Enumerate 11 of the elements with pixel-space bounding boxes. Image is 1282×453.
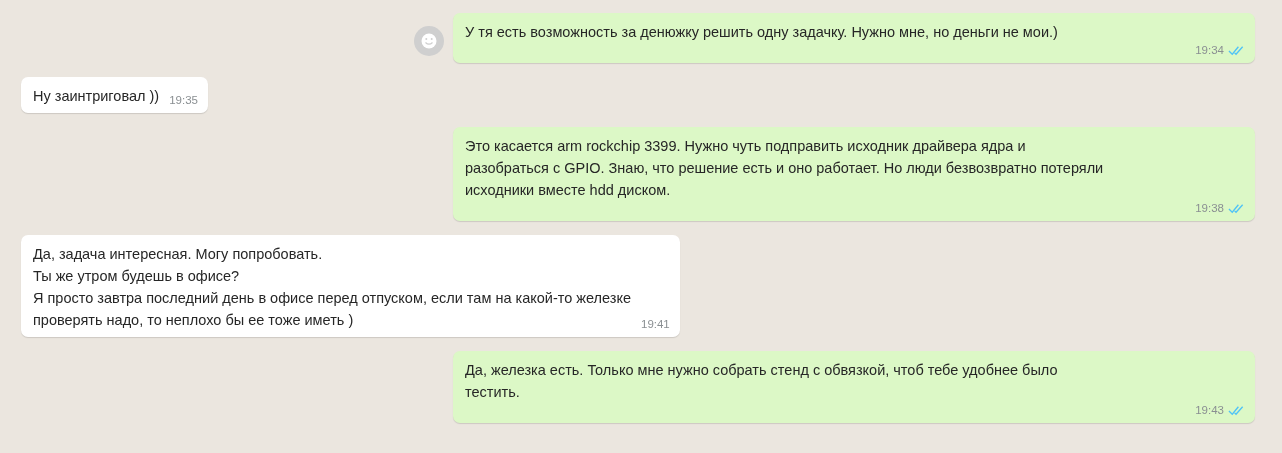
message-text: Да, задача интересная. Могу попробовать. Ты же утром будешь в офисе? Я просто завтра последний день в офисе перед отпуском, если там на какой-то железке проверять надо, то неплохо бы ее тоже иметь ) <box>33 245 631 330</box>
message-time: 19:34 <box>1195 43 1224 57</box>
message-text: Это касается arm rockchip 3399. Нужно чуть подправить исходник драйвера ядра и разобраться с GPIO. Знаю, что решение есть и оно работает. Но люди безвозвратно потеряли исходники вместе hdd диском. <box>465 137 1105 200</box>
message-time: 19:35 <box>169 93 198 107</box>
message-text: У тя есть возможность за денюжку решить одну задачку. Нужно мне, но деньги не мои.) <box>465 23 1059 42</box>
message-time: 19:41 <box>641 317 670 331</box>
message-time: 19:38 <box>1195 201 1224 215</box>
message-text: Да, железка есть. Только мне нужно собрать стенд с обвязкой, чтоб тебе удобнее было тестить. <box>465 361 1059 402</box>
avatar-icon[interactable] <box>414 26 444 56</box>
message-time: 19:43 <box>1195 403 1224 417</box>
message-text: Ну заинтриговал )) <box>33 87 160 106</box>
